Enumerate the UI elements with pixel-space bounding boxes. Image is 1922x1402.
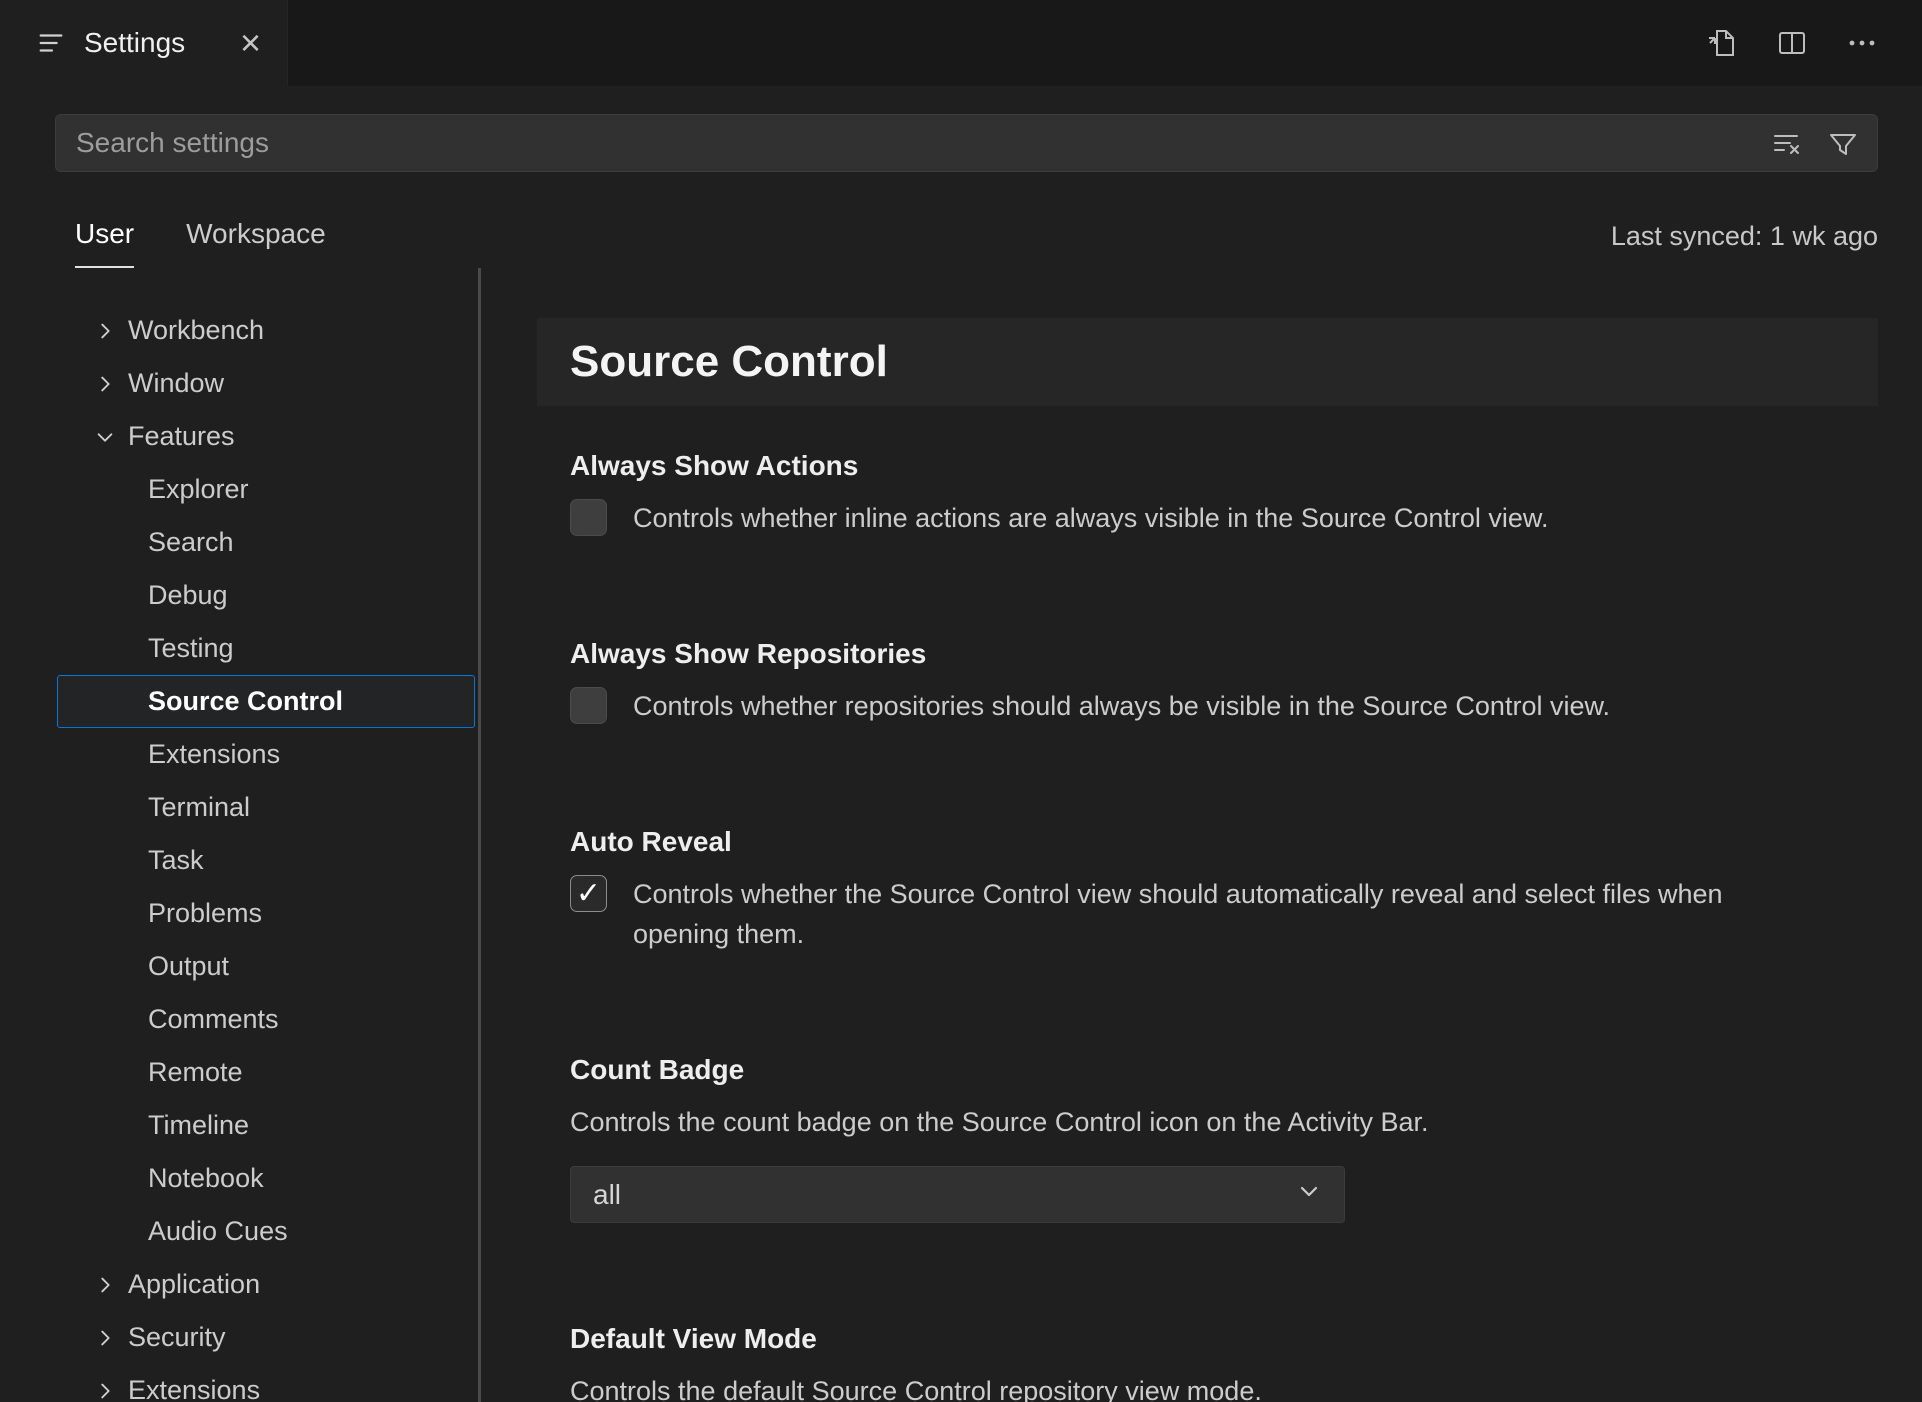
- toc-item-workbench[interactable]: Workbench: [57, 304, 475, 357]
- toc-item-label: Source Control: [148, 686, 344, 716]
- toc-item-terminal[interactable]: Terminal: [57, 781, 475, 834]
- toc-item-comments[interactable]: Comments: [57, 993, 475, 1046]
- toc-item-notebook[interactable]: Notebook: [57, 1152, 475, 1205]
- chevron-right-icon: [94, 320, 116, 342]
- tab-label: Settings: [84, 27, 186, 58]
- tab-settings[interactable]: Settings ×: [0, 0, 288, 86]
- settings-body: Workbench Window Features Explorer Searc…: [0, 268, 1922, 1402]
- search-bar: [0, 86, 1922, 172]
- split-editor-icon[interactable]: [1776, 27, 1808, 59]
- toc-item-problems[interactable]: Problems: [57, 887, 475, 940]
- setting-checkbox[interactable]: ✓: [570, 875, 607, 912]
- toc-item-label: Extensions: [148, 739, 281, 769]
- setting-description: Controls whether repositories should alw…: [633, 691, 1610, 721]
- select-value: all: [593, 1178, 622, 1210]
- toc-item-label: Testing: [148, 633, 234, 663]
- setting-always-show-repositories: Always Show Repositories Controls whethe…: [537, 638, 1878, 726]
- toc-item-task[interactable]: Task: [57, 834, 475, 887]
- chevron-right-icon: [94, 1327, 116, 1349]
- toc-item-output[interactable]: Output: [57, 940, 475, 993]
- toc-item-remote[interactable]: Remote: [57, 1046, 475, 1099]
- close-icon[interactable]: ×: [240, 25, 261, 61]
- page-title: Source Control: [570, 337, 888, 386]
- chevron-right-icon: [94, 426, 116, 448]
- toc-item-timeline[interactable]: Timeline: [57, 1099, 475, 1152]
- toc-item-label: Workbench: [128, 315, 265, 345]
- setting-name: Auto Reveal: [570, 826, 732, 857]
- settings-main: Source Control Always Show Actions Contr…: [481, 268, 1922, 1402]
- setting-always-show-actions: Always Show Actions Controls whether inl…: [537, 450, 1878, 538]
- toc-item-label: Debug: [148, 580, 228, 610]
- search-input[interactable]: [74, 126, 1771, 160]
- settings-tune-icon: [36, 28, 66, 58]
- toc-item-label: Explorer: [148, 474, 249, 504]
- toc-item-label: Search: [148, 527, 234, 557]
- setting-select[interactable]: all: [570, 1166, 1345, 1223]
- filter-icon[interactable]: [1827, 127, 1859, 159]
- chevron-right-icon: [94, 1274, 116, 1296]
- toc-item-label: Features: [128, 421, 235, 451]
- editor-tab-bar: Settings ×: [0, 0, 1922, 86]
- more-actions-icon[interactable]: [1846, 27, 1878, 59]
- toc-item-label: Extensions: [128, 1375, 261, 1402]
- toc-item-label: Timeline: [148, 1110, 250, 1140]
- setting-description: Controls the count badge on the Source C…: [570, 1107, 1429, 1137]
- toc-item-label: Task: [148, 845, 204, 875]
- setting-description: Controls the default Source Control repo…: [570, 1376, 1262, 1402]
- toc-item-label: Problems: [148, 898, 263, 928]
- settings-editor-window: Settings × Search settings User Workspac…: [0, 0, 1922, 1402]
- toc-item-debug[interactable]: Debug: [57, 569, 475, 622]
- toc-item-label: Comments: [148, 1004, 279, 1034]
- setting-name: Always Show Actions: [570, 450, 859, 481]
- chevron-down-icon: [1296, 1179, 1322, 1210]
- setting-count-badge: Count Badge Controls the count badge on …: [537, 1054, 1878, 1223]
- scope-tab-user[interactable]: User: [75, 218, 135, 268]
- toc-item-explorer[interactable]: Explorer: [57, 463, 475, 516]
- setting-checkbox[interactable]: [570, 499, 607, 536]
- search-box[interactable]: [55, 114, 1878, 172]
- setting-checkbox-row: Controls whether inline actions are alwa…: [570, 498, 1878, 538]
- setting-checkbox-row: ✓ Controls whether the Source Control vi…: [570, 874, 1878, 954]
- setting-description: Controls whether the Source Control view…: [633, 879, 1723, 949]
- setting-name: Default View Mode: [570, 1323, 817, 1354]
- chevron-right-icon: [94, 1380, 116, 1402]
- section-heading-band: Source Control: [537, 318, 1878, 406]
- toc-item-label: Security: [128, 1322, 226, 1352]
- settings-list: Always Show Actions Controls whether inl…: [537, 450, 1878, 1402]
- setting-default-view-mode: Default View Mode Controls the default S…: [537, 1323, 1878, 1402]
- toc-item-label: Window: [128, 368, 225, 398]
- check-icon: ✓: [575, 876, 602, 910]
- toc-item-label: Audio Cues: [148, 1216, 288, 1246]
- chevron-right-icon: [94, 373, 116, 395]
- open-settings-json-icon[interactable]: [1706, 27, 1738, 59]
- setting-checkbox[interactable]: [570, 687, 607, 724]
- scope-tab-workspace[interactable]: Workspace: [186, 218, 326, 268]
- clear-search-icon[interactable]: [1771, 127, 1803, 159]
- setting-name: Always Show Repositories: [570, 638, 927, 669]
- setting-auto-reveal: Auto Reveal ✓ Controls whether the Sourc…: [537, 826, 1878, 954]
- editor-actions: [1706, 0, 1922, 86]
- toc-item-search[interactable]: Search: [57, 516, 475, 569]
- toc-item-label: Application: [128, 1269, 261, 1299]
- toc-item-label: Notebook: [148, 1163, 264, 1193]
- toc-item-features[interactable]: Features: [57, 410, 475, 463]
- toc-item-window[interactable]: Window: [57, 357, 475, 410]
- scope-tabs: User Workspace Last synced: 1 wk ago: [0, 172, 1922, 268]
- setting-checkbox-row: Controls whether repositories should alw…: [570, 686, 1878, 726]
- toc-item-label: Output: [148, 951, 230, 981]
- toc-item-extensions[interactable]: Extensions: [57, 728, 475, 781]
- toc-item-audio-cues[interactable]: Audio Cues: [57, 1205, 475, 1258]
- settings-toc: Workbench Window Features Explorer Searc…: [0, 268, 481, 1402]
- toc-item-testing[interactable]: Testing: [57, 622, 475, 675]
- toc-item-label: Terminal: [148, 792, 251, 822]
- last-synced-label: Last synced: 1 wk ago: [1610, 221, 1878, 251]
- toc-item-source-control[interactable]: Source Control: [57, 675, 475, 728]
- toc-item-security[interactable]: Security: [57, 1311, 475, 1364]
- toc-item-application[interactable]: Application: [57, 1258, 475, 1311]
- toc-item-extensions[interactable]: Extensions: [57, 1364, 475, 1402]
- setting-description: Controls whether inline actions are alwa…: [633, 503, 1549, 533]
- toc-item-label: Remote: [148, 1057, 243, 1087]
- setting-name: Count Badge: [570, 1054, 745, 1085]
